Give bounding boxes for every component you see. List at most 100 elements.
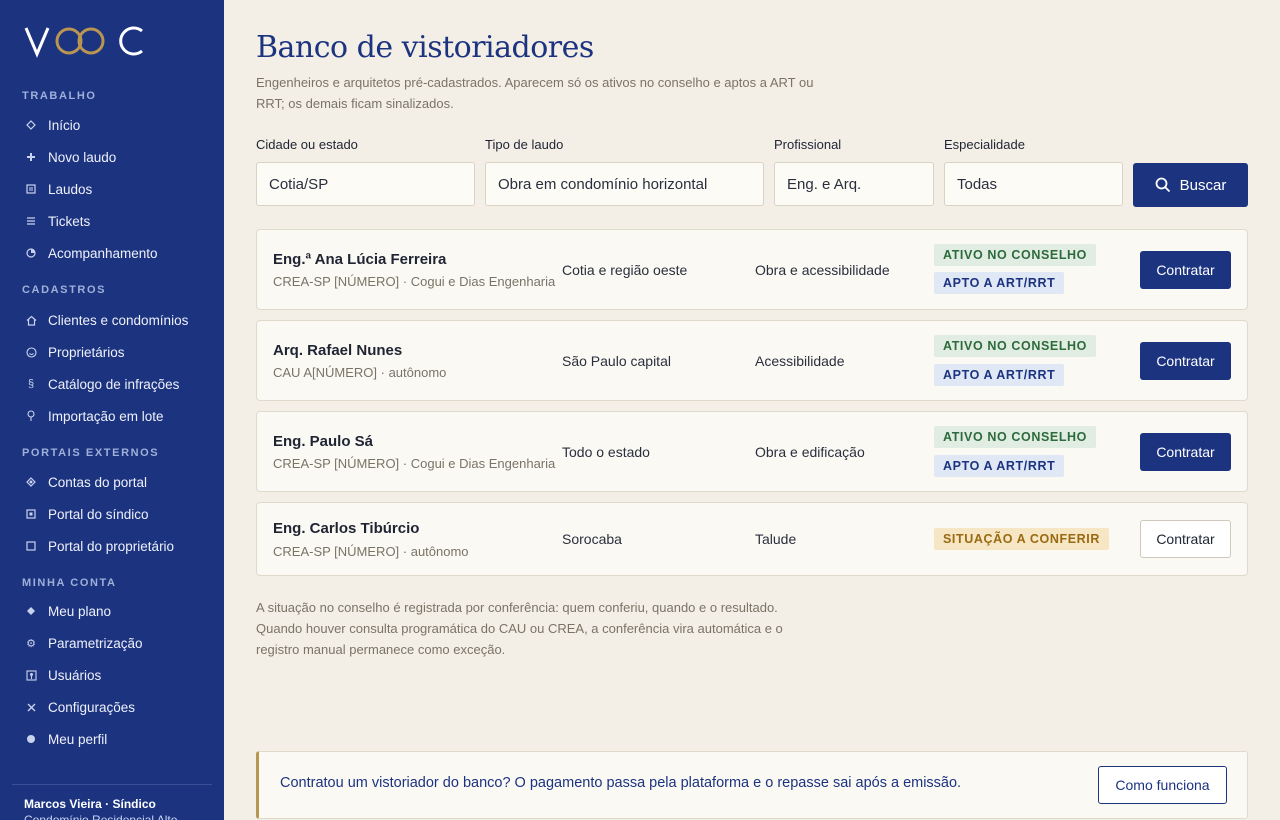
inspector-registry: CREA-SP [NÚMERO] · Cogui e Dias Engenhar… xyxy=(273,274,556,289)
clock-icon xyxy=(24,246,38,260)
payment-banner: Contratou um vistoriador do banco? O pag… xyxy=(256,751,1248,819)
sidebar-item-label: Portal do proprietário xyxy=(48,538,175,554)
sidebar-item-portal-proprietario[interactable]: Portal do proprietário xyxy=(0,530,224,562)
vooc-logo-icon xyxy=(24,26,143,58)
sidebar-item-label: Proprietários xyxy=(48,344,125,360)
sidebar-item-label: Início xyxy=(48,117,81,133)
user-name: Marcos Vieira · Síndico xyxy=(24,797,156,811)
filter-professional-label: Profissional xyxy=(774,137,842,152)
nav-section-cadastros: CADASTROS Clientes e condomínios Proprie… xyxy=(0,281,224,432)
square-dot-icon xyxy=(24,507,38,521)
sidebar-item-label: Usuários xyxy=(48,667,102,683)
status-badge-apto: APTO A ART/RRT xyxy=(934,272,1065,294)
list-icon xyxy=(24,182,38,196)
search-icon xyxy=(1155,177,1170,193)
banner-text: Contratou um vistoriador do banco? O pag… xyxy=(280,775,962,791)
inspector-registry: CREA-SP [NÚMERO] · Cogui e Dias Engenhar… xyxy=(273,456,556,471)
search-button[interactable]: Buscar xyxy=(1133,163,1248,207)
inspector-name: Arq. Rafael Nunes xyxy=(273,342,403,359)
council-note: A situação no conselho é registrada por … xyxy=(256,600,783,657)
professional-select[interactable]: Eng. e Arq. xyxy=(774,162,934,206)
inspector-registry: CAU A[NÚMERO] · autônomo xyxy=(273,365,447,380)
inspector-name: Eng. Paulo Sá xyxy=(273,433,374,450)
nav-section-trabalho: TRABALHO Início Novo laudo Laudos Ticket… xyxy=(0,87,224,269)
sidebar-item-importacao[interactable]: Importação em lote xyxy=(0,400,224,432)
search-button-label: Buscar xyxy=(1179,176,1227,194)
sidebar-item-label: Catálogo de infrações xyxy=(48,376,180,392)
menu-icon xyxy=(24,214,38,228)
nav-section-title: CADASTROS xyxy=(22,284,107,296)
filter-professional: Profissional Eng. e Arq. xyxy=(774,138,934,206)
gear-icon: ⚙ xyxy=(26,637,36,650)
inspector-specialty: Obra e acessibilidade xyxy=(755,262,890,278)
hire-button[interactable]: Contratar xyxy=(1140,342,1231,380)
sidebar-item-label: Tickets xyxy=(48,213,91,229)
status-badge-ativo: ATIVO NO CONSELHO xyxy=(934,244,1097,266)
type-select[interactable]: Obra em condomínio horizontal xyxy=(485,162,764,206)
status-badge-apto: APTO A ART/RRT xyxy=(934,364,1065,386)
sidebar-item-usuarios[interactable]: Usuários xyxy=(0,659,224,691)
inspector-region: Sorocaba xyxy=(562,531,622,547)
sidebar: TRABALHO Início Novo laudo Laudos Ticket… xyxy=(0,0,224,820)
inspector-specialty: Talude xyxy=(755,531,797,547)
nav-section-minha-conta: MINHA CONTA Meu plano ⚙ Parametrização U… xyxy=(0,574,224,755)
sidebar-item-laudos[interactable]: Laudos xyxy=(0,173,224,205)
sidebar-item-label: Meu plano xyxy=(48,603,112,619)
how-it-works-button[interactable]: Como funciona xyxy=(1098,766,1227,804)
inspector-card: Eng.ª Ana Lúcia Ferreira CREA-SP [NÚMERO… xyxy=(256,229,1248,310)
inspector-registry: CREA-SP [NÚMERO] · autônomo xyxy=(273,544,469,559)
plus-icon xyxy=(24,150,38,164)
sidebar-item-portal-sindico[interactable]: Portal do síndico xyxy=(0,498,224,530)
sidebar-item-parametrizacao[interactable]: ⚙ Parametrização xyxy=(0,627,224,659)
page-subtitle: Engenheiros e arquitetos pré-cadastrados… xyxy=(256,75,814,111)
sidebar-item-tickets[interactable]: Tickets xyxy=(0,205,224,237)
inspector-card: Arq. Rafael Nunes CAU A[NÚMERO] · autôno… xyxy=(256,320,1248,401)
sidebar-item-inicio[interactable]: Início xyxy=(0,109,224,141)
square-icon xyxy=(24,539,38,553)
city-input[interactable]: Cotia/SP xyxy=(256,162,475,206)
filter-type: Tipo de laudo Obra em condomínio horizon… xyxy=(485,138,764,206)
inspector-card: Eng. Carlos Tibúrcio CREA-SP [NÚMERO] · … xyxy=(256,502,1248,576)
specialty-select[interactable]: Todas xyxy=(944,162,1123,206)
nav-section-portais: PORTAIS EXTERNOS Contas do portal Portal… xyxy=(0,444,224,562)
sidebar-item-label: Importação em lote xyxy=(48,408,164,424)
upload-icon xyxy=(24,409,38,423)
page-title: Banco de vistoriadores xyxy=(256,30,594,65)
inspector-specialty: Acessibilidade xyxy=(755,353,845,369)
person-icon xyxy=(24,345,38,359)
filter-type-label: Tipo de laudo xyxy=(485,137,564,152)
hire-button[interactable]: Contratar xyxy=(1140,433,1231,471)
sidebar-item-configuracoes[interactable]: Configurações xyxy=(0,691,224,723)
diamond-icon xyxy=(24,118,38,132)
sidebar-item-contas-portal[interactable]: Contas do portal xyxy=(0,466,224,498)
filter-specialty: Especialidade Todas xyxy=(944,138,1123,206)
inspector-region: Cotia e região oeste xyxy=(562,262,688,278)
sidebar-item-catalogo[interactable]: § Catálogo de infrações xyxy=(0,368,224,400)
sidebar-item-acompanhamento[interactable]: Acompanhamento xyxy=(0,237,224,269)
logo[interactable] xyxy=(24,20,146,60)
user-org: Condomínio Residencial Alto xyxy=(24,813,178,820)
sidebar-item-proprietarios[interactable]: Proprietários xyxy=(0,336,224,368)
sidebar-item-label: Clientes e condomínios xyxy=(48,312,189,328)
dot-icon xyxy=(24,732,38,746)
hire-button[interactable]: Contratar xyxy=(1140,251,1231,289)
filter-city-label: Cidade ou estado xyxy=(256,137,358,152)
sidebar-item-meu-plano[interactable]: Meu plano xyxy=(0,595,224,627)
inspector-name: Eng.ª Ana Lúcia Ferreira xyxy=(273,251,447,268)
nav-section-title: MINHA CONTA xyxy=(22,577,117,589)
sidebar-item-meu-perfil[interactable]: Meu perfil xyxy=(0,723,224,755)
filter-specialty-label: Especialidade xyxy=(944,137,1025,152)
nav-section-title: TRABALHO xyxy=(22,90,97,102)
home-icon xyxy=(24,313,38,327)
nav-section-title: PORTAIS EXTERNOS xyxy=(22,447,160,459)
hire-button[interactable]: Contratar xyxy=(1140,520,1231,558)
diamond-solid-icon xyxy=(24,604,38,618)
sidebar-item-novo-laudo[interactable]: Novo laudo xyxy=(0,141,224,173)
tools-icon xyxy=(24,700,38,714)
status-badge-apto: APTO A ART/RRT xyxy=(934,455,1065,477)
sidebar-item-clientes[interactable]: Clientes e condomínios xyxy=(0,304,224,336)
section-icon: § xyxy=(27,378,35,390)
inspector-region: Todo o estado xyxy=(562,444,650,460)
status-badge-conferir: SITUAÇÃO A CONFERIR xyxy=(934,528,1109,550)
user-block[interactable]: Marcos Vieira · Síndico Condomínio Resid… xyxy=(24,796,177,820)
